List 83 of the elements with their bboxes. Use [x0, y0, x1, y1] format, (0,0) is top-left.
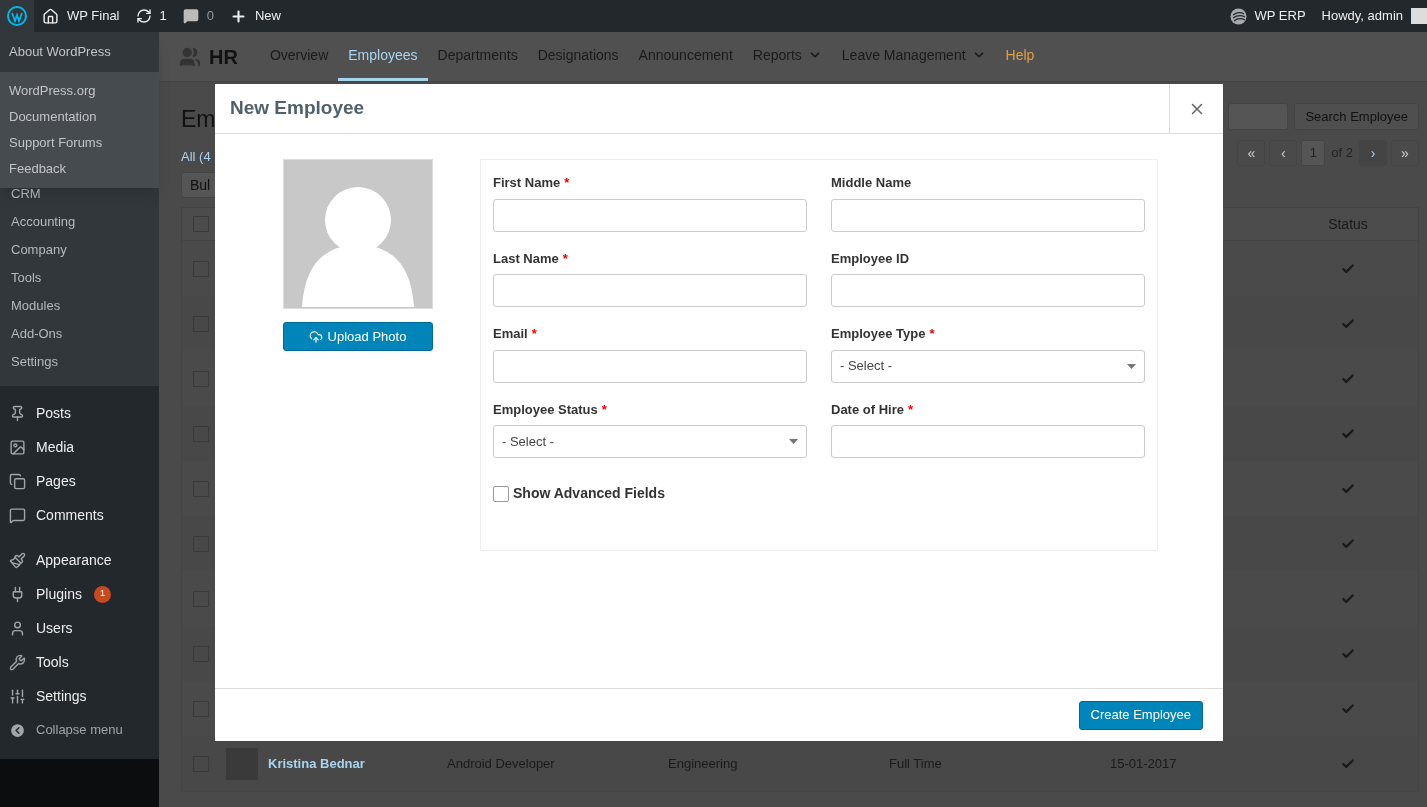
comments-link[interactable]: 0 — [174, 6, 222, 26]
cloud-upload-icon — [308, 329, 323, 344]
field-label: First Name — [493, 174, 561, 192]
menu-item[interactable]: Pages — [0, 464, 159, 498]
nav-tab[interactable]: Employees — [338, 32, 428, 81]
menu-item[interactable]: Tools — [0, 645, 159, 679]
account-link[interactable]: Howdy, admin — [1313, 6, 1427, 26]
images-icon — [9, 438, 26, 456]
person-silhouette-icon — [301, 187, 414, 307]
wrench-icon — [9, 653, 26, 671]
required-mark: * — [531, 325, 537, 343]
erp-link[interactable]: WP ERP — [1221, 6, 1314, 26]
menu-item[interactable]: Appearance — [0, 543, 159, 577]
field-label: Employee Status — [493, 400, 598, 419]
menu-item[interactable]: Media — [0, 430, 159, 464]
checkbox[interactable] — [493, 485, 509, 502]
submenu-item[interactable]: Modules — [0, 292, 159, 320]
wordpress-logo-icon[interactable] — [7, 6, 27, 26]
input-field[interactable] — [493, 274, 807, 307]
field-label: Employee ID — [831, 249, 910, 268]
user-icon — [9, 619, 26, 637]
input-field[interactable] — [831, 274, 1145, 307]
last-page-button[interactable]: » — [1391, 140, 1419, 166]
nav-tab[interactable]: Help — [995, 32, 1045, 81]
caret-icon — [1127, 363, 1136, 369]
required-mark: * — [601, 400, 607, 419]
select-field[interactable]: - Select - — [493, 425, 807, 458]
menu-item[interactable]: Comments — [0, 498, 159, 532]
submenu-item[interactable]: Accounting — [0, 208, 159, 236]
field-label: Last Name — [493, 249, 559, 268]
pin-icon — [9, 404, 26, 422]
globe-logo-icon — [1229, 7, 1247, 25]
menu-item[interactable]: Posts — [0, 396, 159, 430]
modal-title: New Employee — [229, 96, 366, 121]
required-mark: * — [564, 174, 570, 192]
refresh-icon — [135, 8, 152, 24]
next-page-button[interactable]: › — [1359, 140, 1387, 166]
people-icon — [179, 45, 201, 68]
field-label: Email — [493, 325, 528, 343]
brush-icon — [9, 551, 26, 569]
updates-link[interactable]: 1 — [127, 6, 175, 26]
previous-page-button[interactable]: ‹ — [1269, 140, 1298, 166]
caret-icon — [789, 439, 798, 444]
required-mark: * — [562, 249, 568, 268]
required-mark: * — [929, 325, 935, 343]
submenu-item[interactable]: Company — [0, 236, 159, 264]
field-label: Middle Name — [831, 174, 912, 192]
input-field[interactable] — [493, 198, 807, 232]
field-label: Date of Hire — [831, 400, 904, 419]
submenu-item[interactable]: Tools — [0, 264, 159, 292]
dropdown-item[interactable]: Documentation — [0, 104, 159, 130]
speech-bubble-icon — [9, 506, 26, 524]
select-field[interactable]: - Select - — [831, 349, 1145, 383]
speech-bubble-icon — [182, 8, 199, 24]
dropdown-item[interactable]: Support Forums — [0, 130, 159, 156]
collapse-icon — [9, 721, 26, 739]
avatar-icon — [1411, 8, 1427, 24]
count-badge: 1 — [93, 585, 111, 603]
input-field[interactable] — [831, 198, 1145, 232]
required-mark: * — [907, 400, 914, 419]
create-employee-button[interactable]: Create Employee — [1078, 700, 1203, 730]
first-page-button[interactable]: « — [1237, 140, 1266, 166]
pages-icon — [9, 472, 26, 490]
menu-item[interactable]: Users — [0, 611, 159, 645]
dropdown-item[interactable]: WordPress.org — [0, 78, 159, 104]
dropdown-item[interactable]: Feedback — [0, 156, 159, 182]
plus-icon — [229, 7, 247, 25]
employee-name-link[interactable]: Kristina Bednar — [268, 753, 447, 774]
collapse-menu-button[interactable]: Collapse menu — [0, 713, 159, 747]
submenu-item[interactable]: Settings — [0, 348, 159, 376]
home-icon — [42, 7, 59, 25]
field-label: Employee Type — [831, 325, 926, 343]
input-field[interactable] — [493, 349, 807, 383]
submenu-item[interactable]: Add-Ons — [0, 320, 159, 348]
menu-item[interactable]: Plugins 1 — [0, 577, 159, 611]
input-field[interactable] — [831, 425, 1145, 458]
new-link[interactable]: New — [221, 6, 289, 26]
sliders-icon — [9, 687, 26, 705]
checkbox-label: Show Advanced Fields — [513, 484, 665, 503]
site-link[interactable]: WP Final — [34, 6, 128, 26]
menu-item[interactable]: Settings — [0, 679, 159, 713]
upload-photo-button[interactable]: Upload Photo — [282, 322, 433, 351]
hr-title: HR — [209, 44, 238, 70]
